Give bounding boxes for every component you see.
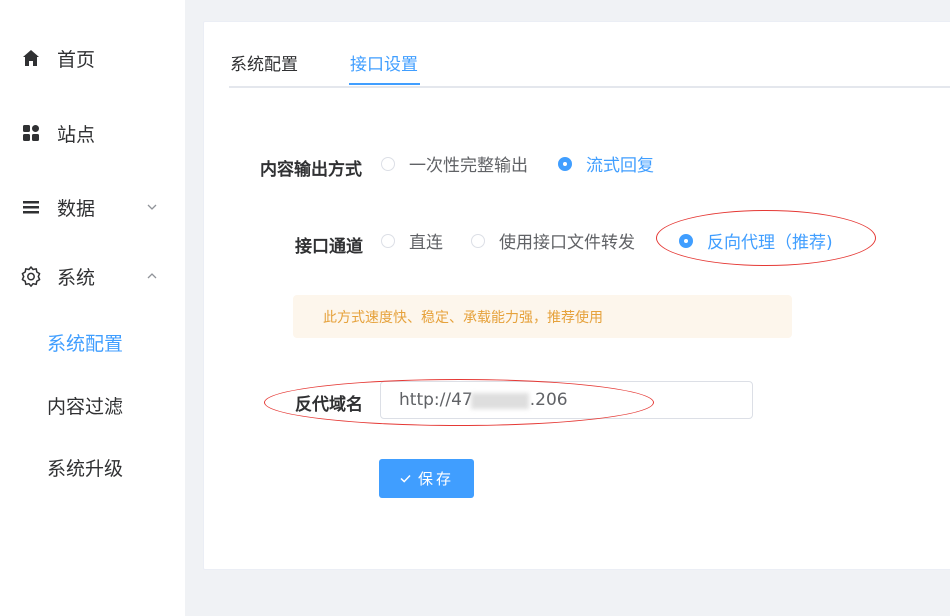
tab-bar: 系统配置 接口设置 xyxy=(229,46,950,88)
chevron-down-icon xyxy=(145,200,159,214)
radio-dot xyxy=(558,156,572,171)
radio-label: 一次性完整输出 xyxy=(409,156,528,176)
radio-dot xyxy=(381,233,395,248)
sidebar-item-data[interactable]: 数据 xyxy=(0,182,185,232)
save-label: 保存 xyxy=(417,471,454,488)
save-button[interactable]: 保存 xyxy=(379,459,474,498)
sidebar: 首页 站点 数据 系统 系统配置 内容过滤 系统升级 xyxy=(0,0,185,616)
grid-icon xyxy=(20,122,42,144)
tab-system-config[interactable]: 系统配置 xyxy=(230,50,298,75)
chevron-up-icon xyxy=(145,269,159,283)
menu-list-icon xyxy=(20,196,42,218)
active-tab-indicator xyxy=(349,83,420,85)
sidebar-item-label: 系统 xyxy=(57,266,96,289)
domain-value-suffix: .206 xyxy=(529,390,568,410)
sidebar-subitem-system-config[interactable]: 系统配置 xyxy=(0,320,185,364)
domain-value: http://47 .206 xyxy=(399,390,568,410)
sidebar-item-label: 首页 xyxy=(57,48,96,71)
check-icon xyxy=(399,472,412,485)
tip-text: 此方式速度快、稳定、承载能力强，推荐使用 xyxy=(323,309,603,326)
radio-label: 直连 xyxy=(409,233,443,253)
sidebar-subitem-label: 系统升级 xyxy=(47,457,124,480)
sidebar-item-site[interactable]: 站点 xyxy=(0,108,185,158)
radio-dot xyxy=(471,233,485,248)
domain-label: 反代域名 xyxy=(295,395,363,415)
radio-channel-reverse-proxy[interactable]: 反向代理（推荐) xyxy=(679,228,833,253)
radio-dot xyxy=(679,233,693,248)
sidebar-subitem-label: 内容过滤 xyxy=(47,395,124,418)
tab-api-settings[interactable]: 接口设置 xyxy=(350,50,418,75)
tip-alert: 此方式速度快、稳定、承载能力强，推荐使用 xyxy=(293,295,792,338)
radio-channel-file-forward[interactable]: 使用接口文件转发 xyxy=(471,228,635,253)
radio-output-stream[interactable]: 流式回复 xyxy=(558,151,654,176)
radio-dot xyxy=(381,156,395,171)
sidebar-subitem-label: 系统配置 xyxy=(47,332,124,355)
sidebar-item-label: 数据 xyxy=(57,197,96,220)
radio-output-full[interactable]: 一次性完整输出 xyxy=(381,151,528,176)
sidebar-subitem-content-filter[interactable]: 内容过滤 xyxy=(0,383,185,427)
domain-value-prefix: http://47 xyxy=(399,390,473,410)
radio-label: 反向代理（推荐) xyxy=(707,233,833,253)
settings-card: 系统配置 接口设置 内容输出方式 一次性完整输出 流式回复 接口通道 直连 使用… xyxy=(203,21,950,570)
sidebar-item-home[interactable]: 首页 xyxy=(0,33,185,83)
domain-input[interactable]: http://47 .206 xyxy=(380,381,753,419)
gear-icon xyxy=(20,265,42,287)
home-icon xyxy=(20,47,42,69)
sidebar-subitem-system-upgrade[interactable]: 系统升级 xyxy=(0,445,185,489)
channel-label: 接口通道 xyxy=(295,237,363,257)
radio-label: 流式回复 xyxy=(586,156,654,176)
sidebar-item-label: 站点 xyxy=(57,123,96,146)
redaction-blur xyxy=(471,393,529,409)
output-mode-label: 内容输出方式 xyxy=(260,160,362,180)
sidebar-item-system[interactable]: 系统 xyxy=(0,251,185,301)
radio-label: 使用接口文件转发 xyxy=(499,233,635,253)
radio-channel-direct[interactable]: 直连 xyxy=(381,228,443,253)
